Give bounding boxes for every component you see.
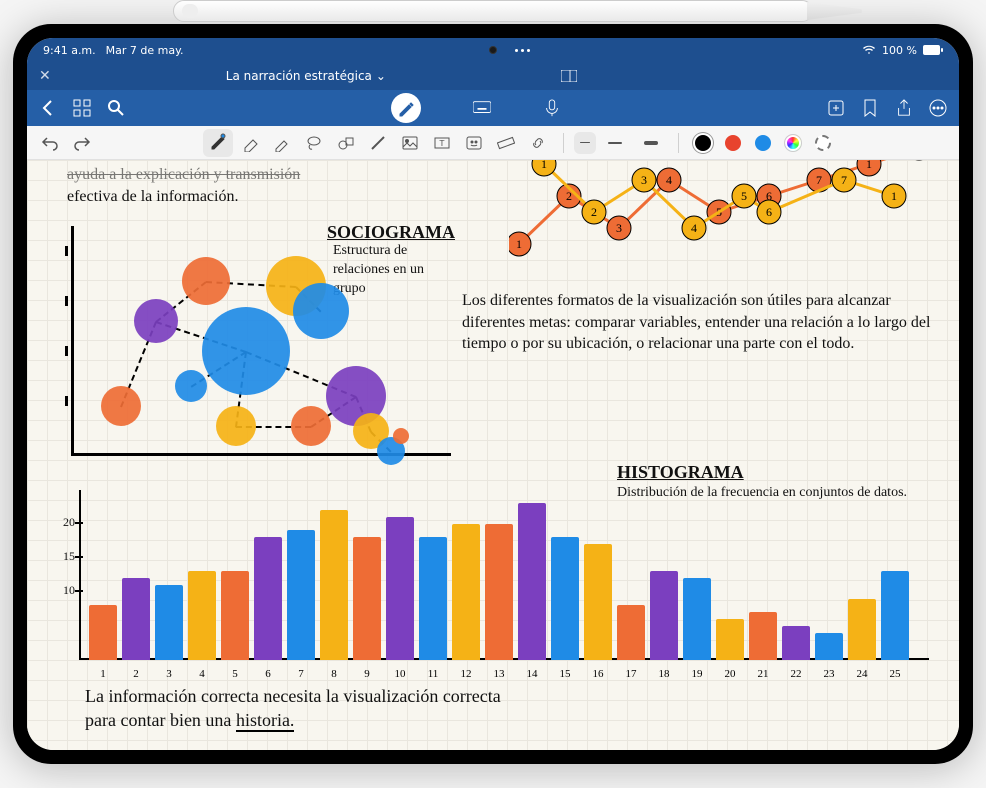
svg-text:T: T	[439, 139, 445, 148]
battery-text: 100 %	[882, 44, 917, 57]
histogram-bar	[485, 524, 513, 660]
histogram-bar	[848, 599, 876, 660]
battery-icon	[923, 45, 943, 55]
histogram-bar	[287, 530, 315, 660]
drawing-toolbar: T	[27, 126, 959, 160]
stroke-thick[interactable]	[640, 132, 662, 154]
share-icon[interactable]	[895, 99, 913, 117]
status-time: 9:41 a.m.	[43, 44, 96, 57]
search-icon[interactable]	[107, 99, 125, 117]
window-title-bar: ✕ La narración estratégica ⌄	[27, 62, 959, 90]
histogram-bar	[386, 517, 414, 660]
svg-text:1: 1	[516, 237, 522, 251]
grid-icon[interactable]	[73, 99, 91, 117]
svg-text:5: 5	[741, 189, 747, 203]
color-black[interactable]	[695, 135, 711, 151]
image-icon[interactable]	[401, 134, 419, 152]
wifi-icon	[862, 45, 876, 55]
histogram-bar	[881, 571, 909, 660]
ipad-frame: 9:41 a.m. Mar 7 de may. 100 % ✕ La narra…	[13, 24, 973, 764]
text-box-icon[interactable]: T	[433, 134, 451, 152]
sociograma-chart	[61, 226, 461, 476]
microphone-icon[interactable]	[543, 99, 561, 117]
histograma-title: HISTOGRAMA	[617, 460, 744, 484]
shape-icon[interactable]	[337, 134, 355, 152]
screen: 9:41 a.m. Mar 7 de may. 100 % ✕ La narra…	[27, 38, 959, 750]
histogram-bar	[683, 578, 711, 660]
line-chart: 12345671212345671	[509, 160, 939, 270]
svg-text:1: 1	[541, 160, 547, 171]
split-view-icon[interactable]	[561, 70, 577, 82]
note-canvas[interactable]: ayuda a la explicación y transmisión efe…	[27, 160, 959, 750]
stroke-thin[interactable]	[574, 132, 596, 154]
app-toolbar	[27, 90, 959, 126]
histogram-bar	[419, 537, 447, 660]
histogram-bar	[122, 578, 150, 660]
histogram-bar	[89, 605, 117, 660]
histogram-bar	[716, 619, 744, 660]
histogram-bar	[551, 537, 579, 660]
histogram-bar	[584, 544, 612, 660]
bookmark-icon[interactable]	[861, 99, 879, 117]
highlighter-icon[interactable]	[273, 134, 291, 152]
redo-icon[interactable]	[73, 134, 91, 152]
note-paragraph: Los diferentes formatos de la visualizac…	[462, 290, 932, 355]
svg-text:6: 6	[766, 205, 772, 219]
svg-text:7: 7	[816, 173, 822, 187]
svg-text:4: 4	[691, 221, 697, 235]
note-text-bottom: La información correcta necesita la visu…	[85, 684, 785, 733]
svg-text:3: 3	[641, 173, 647, 187]
histogram-bar	[188, 571, 216, 660]
histogram-bar	[353, 537, 381, 660]
histograma-chart: 1234567891011121314151617181920212223242…	[61, 490, 931, 680]
ruler-icon[interactable]	[497, 134, 515, 152]
apple-pencil	[173, 0, 813, 22]
histogram-bar	[518, 503, 546, 660]
histogram-bar	[617, 605, 645, 660]
new-note-icon[interactable]	[827, 99, 845, 117]
histogram-bar	[155, 585, 183, 660]
link-icon[interactable]	[529, 134, 547, 152]
keyboard-icon[interactable]	[473, 99, 491, 117]
stroke-med[interactable]	[604, 132, 626, 154]
eraser-icon[interactable]	[241, 134, 259, 152]
front-camera	[489, 46, 497, 54]
draw-mode-button[interactable]	[391, 93, 421, 123]
status-date: Mar 7 de may.	[106, 44, 184, 57]
histogram-bar	[254, 537, 282, 660]
undo-icon[interactable]	[41, 134, 59, 152]
histogram-bar	[452, 524, 480, 660]
svg-text:1: 1	[891, 189, 897, 203]
histogram-bars	[89, 503, 909, 660]
histogram-bar	[320, 510, 348, 660]
more-icon[interactable]	[929, 99, 947, 117]
histogram-bar	[749, 612, 777, 660]
svg-text:7: 7	[841, 173, 847, 187]
color-custom-icon[interactable]	[815, 135, 831, 151]
chevron-down-icon: ⌄	[376, 69, 386, 83]
close-icon[interactable]: ✕	[39, 68, 51, 84]
document-title[interactable]: La narración estratégica ⌄	[226, 69, 386, 83]
line-tool-icon[interactable]	[369, 134, 387, 152]
pen-tool[interactable]	[203, 129, 233, 157]
histogram-bar	[815, 633, 843, 660]
color-picker-icon[interactable]	[785, 135, 801, 151]
svg-text:2: 2	[591, 205, 597, 219]
multitask-dots-icon[interactable]	[515, 49, 530, 52]
histogram-bar	[221, 571, 249, 660]
lasso-icon[interactable]	[305, 134, 323, 152]
histogram-xlabels: 1234567891011121314151617181920212223242…	[89, 668, 909, 680]
histogram-bar	[650, 571, 678, 660]
svg-text:1: 1	[866, 160, 872, 171]
note-text-top: ayuda a la explicación y transmisión efe…	[67, 164, 447, 207]
back-icon[interactable]	[39, 99, 57, 117]
histogram-bar	[782, 626, 810, 660]
sticker-icon[interactable]	[465, 134, 483, 152]
svg-text:4: 4	[666, 173, 672, 187]
color-blue[interactable]	[755, 135, 771, 151]
line-chart-svg: 12345671212345671	[509, 160, 939, 270]
color-red[interactable]	[725, 135, 741, 151]
svg-text:3: 3	[616, 221, 622, 235]
